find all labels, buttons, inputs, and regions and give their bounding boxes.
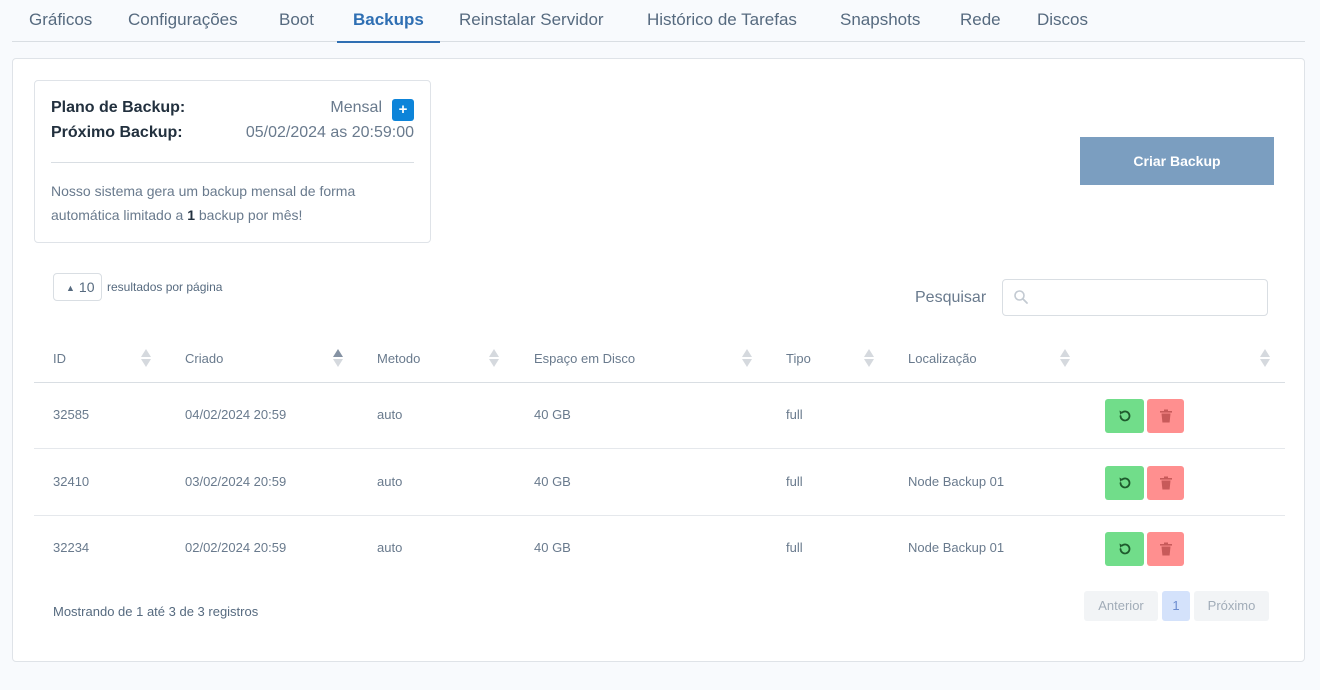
tab-rede[interactable]: Rede [960, 0, 1001, 42]
sort-icon[interactable] [140, 348, 152, 368]
cell-location: Node Backup 01 [908, 474, 1005, 489]
delete-button[interactable] [1147, 399, 1184, 433]
search-icon [1014, 290, 1028, 304]
rotate-ccw-icon [1119, 410, 1130, 422]
tab-boot[interactable]: Boot [279, 0, 314, 42]
tab-backups[interactable]: Backups [337, 0, 440, 43]
search-label: Pesquisar [915, 289, 987, 306]
tab-historico-de-tarefas[interactable]: Histórico de Tarefas [647, 0, 797, 42]
plan-value: Mensal [330, 99, 382, 116]
trash-icon [1159, 409, 1172, 423]
table-row: 32585 04/02/2024 20:59 auto 40 GB full [34, 383, 1285, 449]
tab-discos[interactable]: Discos [1037, 0, 1088, 42]
tab-configuracoes[interactable]: Configurações [128, 0, 238, 42]
tab-graficos[interactable]: Gráficos [29, 0, 92, 42]
cell-type: full [786, 407, 803, 422]
next-backup-value: 05/02/2024 as 20:59:00 [245, 124, 414, 141]
column-header-localizacao[interactable]: Localização [908, 351, 977, 366]
sort-icon[interactable] [1059, 348, 1071, 368]
cell-created: 04/02/2024 20:59 [185, 407, 287, 422]
plan-label: Plano de Backup: [51, 99, 186, 116]
cell-disk: 40 GB [534, 540, 571, 555]
cell-method: auto [377, 407, 403, 422]
cell-type: full [786, 540, 803, 555]
next-backup-row: Próximo Backup: 05/02/2024 as 20:59:00 [51, 124, 414, 146]
cell-disk: 40 GB [534, 407, 571, 422]
create-backup-button[interactable]: Criar Backup [1080, 137, 1274, 185]
cell-disk: 40 GB [534, 474, 571, 489]
tab-reinstalar-servidor[interactable]: Reinstalar Servidor [459, 0, 604, 42]
rotate-ccw-icon [1119, 543, 1130, 555]
plan-desc-count: 1 [187, 207, 195, 223]
delete-button[interactable] [1147, 466, 1184, 500]
trash-icon [1159, 542, 1172, 556]
cell-created: 03/02/2024 20:59 [185, 474, 287, 489]
per-page-select[interactable]: ▲︎ 10 [53, 273, 102, 301]
add-plan-button[interactable]: + [392, 99, 414, 121]
sort-icon[interactable] [1259, 348, 1271, 368]
cell-created: 02/02/2024 20:59 [185, 540, 287, 555]
table-row: 32234 02/02/2024 20:59 auto 40 GB full N… [34, 516, 1285, 582]
cell-id: 32585 [53, 407, 90, 422]
column-header-id[interactable]: ID [53, 351, 66, 366]
sort-icon[interactable] [863, 348, 875, 368]
column-header-metodo[interactable]: Metodo [377, 351, 420, 366]
delete-button[interactable] [1147, 532, 1184, 566]
cell-id: 32410 [53, 474, 90, 489]
table-info: Mostrando de 1 até 3 de 3 registros [53, 604, 259, 619]
pagination-previous[interactable]: Anterior [1084, 591, 1158, 621]
restore-button[interactable] [1105, 399, 1144, 433]
column-header-tipo[interactable]: Tipo [786, 351, 811, 366]
backup-plan-card: Plano de Backup: Mensal + Próximo Backup… [34, 80, 431, 243]
pagination-next[interactable]: Próximo [1194, 591, 1269, 621]
cell-id: 32234 [53, 540, 90, 555]
sort-icon[interactable] [488, 348, 500, 368]
per-page-label: resultados por página [107, 280, 223, 294]
restore-button[interactable] [1105, 466, 1144, 500]
per-page-value: 10 [78, 279, 95, 295]
sort-icon[interactable] [332, 348, 344, 368]
search-input[interactable] [1002, 279, 1268, 316]
plan-row: Plano de Backup: Mensal [51, 99, 414, 121]
trash-icon [1159, 476, 1172, 490]
cell-method: auto [377, 540, 403, 555]
cell-location: Node Backup 01 [908, 540, 1005, 555]
sort-icon[interactable] [741, 348, 753, 368]
restore-button[interactable] [1105, 532, 1144, 566]
rotate-ccw-icon [1119, 477, 1130, 489]
next-backup-label: Próximo Backup: [51, 124, 183, 141]
cell-method: auto [377, 474, 403, 489]
tab-bar: Gráficos Configurações Boot Backups Rein… [12, 0, 1305, 43]
backups-panel: Plano de Backup: Mensal + Próximo Backup… [12, 58, 1305, 662]
column-header-espaco-em-disco[interactable]: Espaço em Disco [534, 351, 635, 366]
sort-arrows-icon: ▲︎ [66, 283, 75, 293]
column-header-criado[interactable]: Criado [185, 351, 223, 366]
divider [51, 162, 414, 163]
cell-type: full [786, 474, 803, 489]
pagination-page-1[interactable]: 1 [1162, 591, 1190, 621]
tab-snapshots[interactable]: Snapshots [840, 0, 920, 42]
plan-description: Nosso sistema gera um backup mensal de f… [51, 179, 414, 227]
table-row: 32410 03/02/2024 20:59 auto 40 GB full N… [34, 450, 1285, 516]
plan-desc-text-end: backup por mês! [194, 207, 303, 223]
